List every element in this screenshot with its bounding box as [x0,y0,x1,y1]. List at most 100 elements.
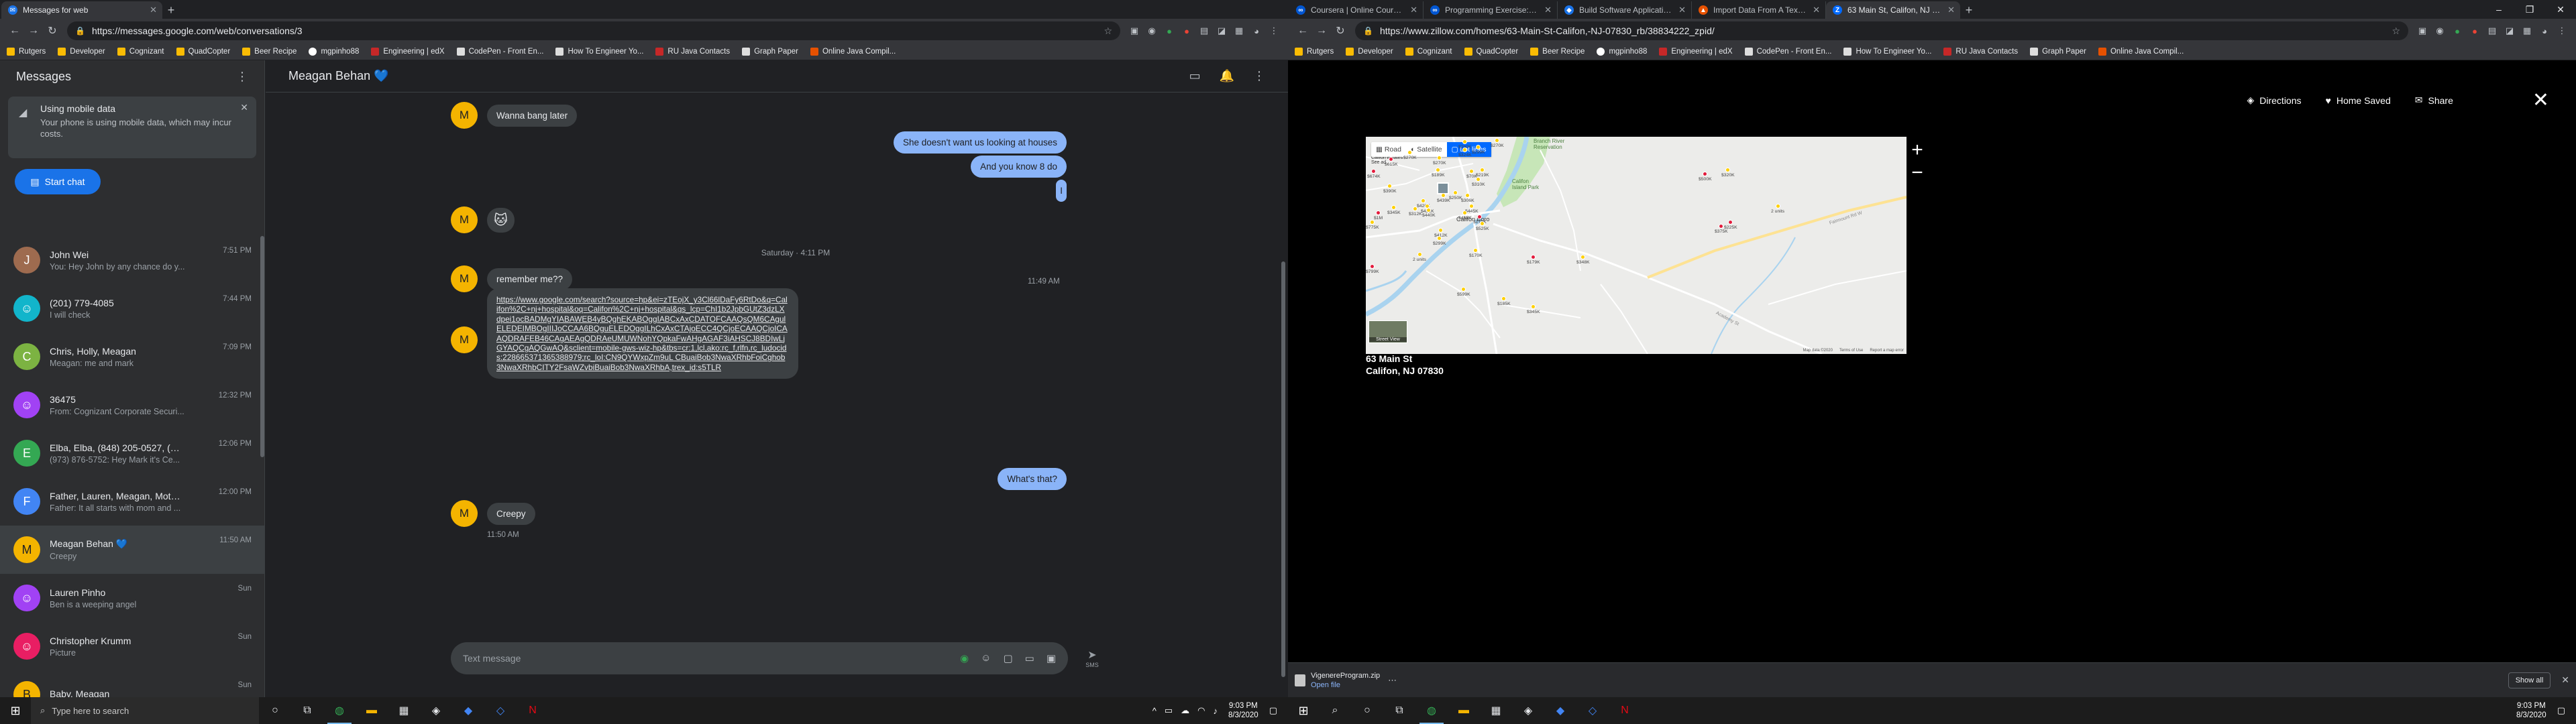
more-options-icon[interactable]: ⋮ [1253,69,1265,83]
price-pin[interactable]: $345K [1527,304,1540,314]
price-pin[interactable]: $320K [1721,168,1735,178]
price-pin[interactable]: $439K [1437,193,1450,203]
download-item[interactable]: VigenereProgram.zip Open file ⋯ [1295,671,1442,690]
edge-icon[interactable]: ◍ [1415,697,1448,724]
forward-icon[interactable]: → [24,21,43,40]
map-type-road[interactable]: ▦ Road [1371,142,1406,157]
bookmark-item[interactable]: RU Java Contacts [655,47,730,56]
extension-icon[interactable]: ● [1161,22,1178,40]
more-options-icon[interactable]: ⋯ [1388,675,1397,686]
profile-avatar-icon[interactable]: ◕ [2536,22,2553,40]
netflix-icon[interactable]: N [1609,697,1641,724]
tab-close-icon[interactable]: ✕ [1813,5,1820,15]
wifi-icon[interactable]: ◠ [1197,705,1205,716]
clock[interactable]: 9:03 PM 8/3/2020 [2516,701,2546,720]
price-pin[interactable]: $799K [1366,264,1379,274]
conversation-item[interactable]: F Father, Lauren, Meagan, Mother... Fathe… [0,477,265,526]
bookmark-item[interactable]: Graph Paper [742,47,798,56]
conversation-item[interactable]: E Elba, Elba, (848) 205-0527, (973... (97… [0,429,265,477]
extension-icon[interactable]: ▣ [1126,22,1143,40]
edge-icon[interactable]: ◍ [323,697,356,724]
price-pin[interactable]: $375K [1715,224,1728,234]
price-pin[interactable]: $250K [1449,190,1462,200]
emoji-icon[interactable]: ☺ [981,652,991,664]
tab-close-icon[interactable]: ✕ [150,5,157,15]
chevron-up-icon[interactable]: ^ [1152,706,1157,716]
app-icon[interactable]: ◈ [420,697,452,724]
new-tab-button[interactable]: + [162,1,180,19]
app-icon[interactable]: ◇ [484,697,517,724]
price-pin[interactable]: 2 units [1413,252,1426,262]
bookmark-item[interactable]: CodePen - Front En... [456,47,543,56]
message-bubble[interactable]: remember me?? [487,267,573,290]
browser-menu-icon[interactable]: ⋮ [1265,22,1283,40]
price-pin[interactable]: $299K [1472,145,1485,155]
outgoing-message[interactable]: I [1056,180,1067,202]
bookmark-item[interactable]: RU Java Contacts [1943,47,2018,56]
price-pin[interactable]: $615K [1385,157,1398,167]
price-pin[interactable]: $306K [1461,193,1474,203]
extension-icon[interactable]: ◪ [2501,22,2518,40]
bookmark-item[interactable]: Cognizant [1405,47,1452,56]
tab-close-icon[interactable]: ✕ [1947,5,1955,15]
store-icon[interactable]: ▦ [1480,697,1512,724]
search-icon[interactable]: ⌕ [1319,697,1351,724]
show-all-button[interactable]: Show all [2508,672,2551,688]
home-saved-button[interactable]: ♥ Home Saved [2326,95,2391,106]
bookmark-item[interactable]: CodePen - Front En... [1744,47,1831,56]
price-pin[interactable]: $525K [1476,221,1489,231]
tab-zillow[interactable]: Z 63 Main St, Califon, NJ 07830 | ... ✕ [1826,1,1960,19]
bookmark-item[interactable]: Engineering | edX [371,47,445,56]
price-pin[interactable]: $310K [1472,177,1485,187]
bookmark-item[interactable]: Rutgers [1295,47,1334,56]
bookmark-item[interactable]: QuadCopter [1464,47,1518,56]
price-pin[interactable]: $674K [1367,169,1381,179]
bookmark-item[interactable]: mgpinho88 [309,47,359,56]
bookmark-item[interactable]: Graph Paper [2030,47,2086,56]
zoom-out-button[interactable]: − [1905,161,1929,185]
conversation-item[interactable]: J John Wei You: Hey John by any chance do… [0,236,265,284]
bookmark-item[interactable]: Engineering | edX [1659,47,1733,56]
close-icon[interactable]: ✕ [2532,88,2549,112]
taskbar-search[interactable]: ⌕ Type here to search [31,697,259,724]
cloud-icon[interactable]: ☁ [1181,705,1189,716]
file-explorer-icon[interactable]: ▬ [356,697,388,724]
conversation-item[interactable]: ☺ Christopher Krumm Picture Sun [0,622,265,670]
bookmark-item[interactable]: Developer [58,47,105,56]
bookmark-item[interactable]: How To Engineer Yo... [1843,47,1931,56]
emoji-bubble[interactable]: 🐱 [487,207,515,233]
price-pin[interactable]: $1M [1374,210,1383,221]
conversation-item[interactable]: ☺ Lauren Pinho Ben is a weeping angel Sun [0,574,265,622]
file-explorer-icon[interactable]: ▬ [1448,697,1480,724]
bookmark-star-icon[interactable]: ☆ [1104,25,1112,37]
minimize-icon[interactable]: – [2483,0,2514,19]
price-pin[interactable]: $189K [1432,168,1445,178]
price-pin[interactable]: $170K [1469,248,1483,258]
tab-build-software[interactable]: ◆ Build Software Applications ✕ [1558,1,1692,19]
windows-start-icon[interactable]: ⊞ [0,697,31,724]
store-icon[interactable]: ▦ [388,697,420,724]
outgoing-message[interactable]: What's that? [998,468,1067,490]
forward-icon[interactable]: → [1312,21,1331,40]
browser-menu-icon[interactable]: ⋮ [2553,22,2571,40]
price-pin[interactable]: $270K [1403,150,1417,160]
tab-messages[interactable]: ✉ Messages for web ✕ [1,1,162,19]
cortana-icon[interactable]: ○ [259,697,291,724]
outgoing-message[interactable]: And you know 8 do [971,156,1067,178]
extension-icon[interactable]: ▤ [2483,22,2501,40]
reload-icon[interactable]: ↻ [43,21,62,40]
extension-icon[interactable]: ▦ [1230,22,1248,40]
price-pin[interactable]: $599K [1457,287,1470,297]
bookmark-item[interactable]: Online Java Compil... [2098,47,2184,56]
extension-icon[interactable]: ◉ [1143,22,1161,40]
directions-button[interactable]: ◈ Directions [2247,95,2301,106]
extension-icon[interactable]: ▦ [2518,22,2536,40]
windows-start-icon[interactable]: ⊞ [1288,697,1319,724]
open-file-link[interactable]: Open file [1311,681,1340,689]
extension-icon[interactable]: ◉ [2431,22,2449,40]
conversation-item[interactable]: ☺ (201) 779-4085 I will check 7:44 PM [0,284,265,333]
map[interactable]: Branch River Reservation Califon Island … [1366,137,1907,354]
close-icon[interactable]: ✕ [2561,674,2569,686]
reload-icon[interactable]: ↻ [1331,21,1350,40]
app-icon[interactable]: ◆ [1544,697,1576,724]
